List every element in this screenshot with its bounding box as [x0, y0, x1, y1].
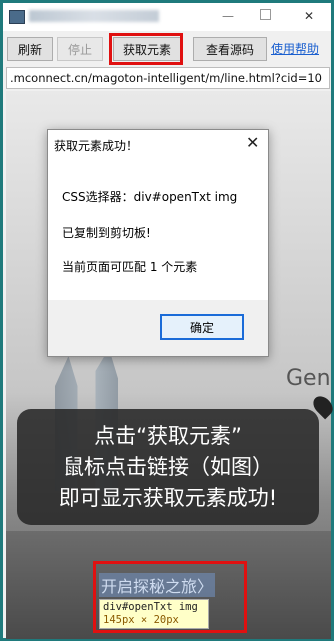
refresh-button[interactable]: 刷新 — [7, 37, 53, 61]
success-dialog: 获取元素成功！ ✕ CSS选择器：div#openTxt img 已复制到剪切板… — [47, 129, 269, 357]
minimize-icon[interactable]: — — [218, 7, 238, 25]
dialog-title: 获取元素成功！ — [54, 139, 139, 153]
match-count-text: 当前页面可匹配 1 个元素 — [62, 260, 198, 274]
app-icon — [9, 10, 25, 24]
view-source-button[interactable]: 查看源码 — [193, 37, 267, 61]
help-link[interactable]: 使用帮助 — [271, 40, 319, 57]
copied-text: 已复制到剪切板! — [62, 226, 151, 240]
stop-button[interactable]: 停止 — [57, 37, 103, 61]
title-bar: — ✕ — [3, 3, 331, 31]
get-element-highlight — [109, 33, 183, 65]
url-input[interactable]: .mconnect.cn/magoton-intelligent/m/line.… — [6, 67, 330, 89]
ok-button[interactable]: 确定 — [160, 314, 244, 340]
instruction-callout: 点击“获取元素” 鼠标点击链接（如图） 即可显示获取元素成功! — [17, 409, 319, 525]
window-title — [29, 10, 159, 22]
close-icon[interactable]: ✕ — [299, 7, 319, 25]
brand-text: Gene — [286, 366, 331, 391]
callout-line-3: 即可显示获取元素成功! — [58, 486, 278, 510]
app-window: — ✕ 刷新 停止 获取元素 查看源码 使用帮助 .mconnect.cn/ma… — [0, 0, 334, 641]
selector-text: CSS选择器：div#openTxt img — [62, 190, 238, 204]
maximize-icon[interactable] — [255, 7, 275, 25]
link-highlight — [93, 561, 247, 633]
callout-line-1: 点击“获取元素” — [94, 424, 242, 448]
callout-line-2: 鼠标点击链接（如图） — [63, 455, 273, 479]
dialog-footer: 确定 — [48, 300, 268, 356]
dialog-close-icon[interactable]: ✕ — [246, 133, 259, 152]
